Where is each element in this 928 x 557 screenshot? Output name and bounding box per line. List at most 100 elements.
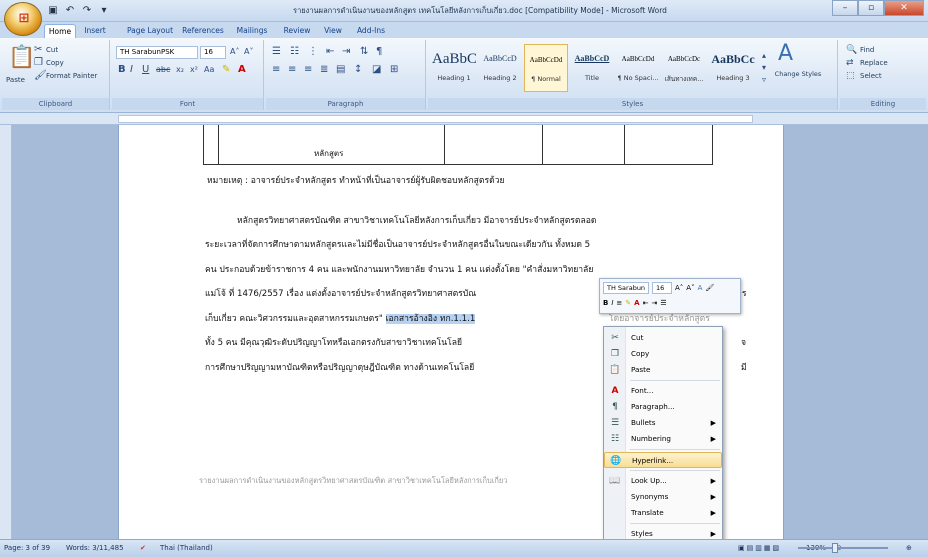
menu-item-paste[interactable]: 📋 Paste: [604, 362, 722, 378]
menu-item-cut[interactable]: ✂ Cut: [604, 330, 722, 346]
replace-button[interactable]: Replace: [860, 59, 888, 67]
zoom-in-icon[interactable]: ⊕: [906, 544, 912, 552]
word-count[interactable]: Words: 3/11,485: [66, 544, 124, 552]
find-button[interactable]: Find: [860, 46, 874, 54]
align-left-icon[interactable]: ≡: [272, 64, 280, 76]
numbering-icon: ☷: [610, 434, 620, 444]
styles-scroll-icon[interactable]: ▴ ▾ ▿: [762, 50, 766, 86]
view-buttons[interactable]: ▣▤▥▦▧: [738, 544, 781, 552]
justify-icon[interactable]: ≣: [320, 64, 328, 76]
highlight-icon[interactable]: ✎: [222, 64, 230, 76]
mini-grow-font-icon[interactable]: A˄: [675, 284, 683, 292]
mini-font-color-icon[interactable]: A: [634, 299, 639, 307]
bold-icon[interactable]: B: [118, 64, 126, 76]
selected-text[interactable]: เอกสารอ้างอิง ทก.1.1.1: [385, 314, 476, 324]
redo-icon[interactable]: ↷: [80, 4, 94, 18]
tab-review[interactable]: Review: [280, 24, 314, 38]
language-indicator[interactable]: Thai (Thailand): [160, 544, 213, 552]
change-styles-icon[interactable]: A: [778, 42, 793, 66]
shrink-font-icon[interactable]: A˅: [244, 46, 253, 58]
zoom-slider[interactable]: [798, 547, 888, 549]
numbering-icon[interactable]: ☷: [290, 46, 299, 58]
mini-center-icon[interactable]: ≡: [616, 299, 622, 307]
bullets-icon[interactable]: ☰: [272, 46, 281, 58]
style-no-spacing[interactable]: AaBbCcDd ¶ No Spaci...: [616, 44, 660, 92]
style-heading-2[interactable]: AaBbCcD Heading 2: [478, 44, 522, 92]
horizontal-ruler[interactable]: [0, 113, 928, 125]
menu-item-numbering[interactable]: ☷ Numbering ▶: [604, 431, 722, 447]
close-button[interactable]: ✕: [884, 0, 924, 16]
page-count[interactable]: Page: 3 of 39: [4, 544, 50, 552]
underline-icon[interactable]: U: [142, 64, 149, 76]
mini-size-combo[interactable]: 16: [652, 282, 672, 294]
decrease-indent-icon[interactable]: ⇤: [326, 46, 334, 58]
tab-mailings[interactable]: Mailings: [232, 24, 272, 38]
mini-increase-indent-icon[interactable]: ⇥: [651, 299, 657, 307]
mini-styles-icon[interactable]: A: [698, 284, 703, 292]
menu-item-translate[interactable]: Translate ▶: [604, 505, 722, 521]
style-normal[interactable]: AaBbCcDd ¶ Normal: [524, 44, 568, 92]
change-styles-button[interactable]: Change Styles: [774, 70, 822, 78]
menu-item-hyperlink[interactable]: 🌐 Hyperlink...: [604, 452, 722, 468]
mini-decrease-indent-icon[interactable]: ⇤: [643, 299, 649, 307]
cut-button[interactable]: Cut: [46, 46, 58, 54]
zoom-slider-knob[interactable]: [832, 543, 838, 553]
mini-shrink-font-icon[interactable]: A˅: [686, 284, 694, 292]
minimize-button[interactable]: –: [832, 0, 858, 16]
tab-home[interactable]: Home: [44, 24, 76, 38]
font-name-combo[interactable]: TH SarabunPSK: [116, 46, 198, 59]
save-icon[interactable]: ▣: [46, 4, 60, 18]
paste-button-label[interactable]: Paste: [6, 76, 25, 84]
multilevel-list-icon[interactable]: ⋮: [308, 46, 318, 58]
menu-item-look-up[interactable]: 📖 Look Up... ▶: [604, 473, 722, 489]
sort-icon[interactable]: ⇅: [360, 46, 368, 58]
format-painter-button[interactable]: Format Painter: [46, 72, 97, 80]
increase-indent-icon[interactable]: ⇥: [342, 46, 350, 58]
copy-button[interactable]: Copy: [46, 59, 64, 67]
thai-distributed-icon[interactable]: ▤: [336, 64, 345, 76]
vertical-ruler[interactable]: [0, 125, 12, 539]
mini-font-combo[interactable]: TH Sarabun: [603, 282, 649, 294]
menu-item-font[interactable]: A Font...: [604, 383, 722, 399]
align-right-icon[interactable]: ≡: [304, 64, 312, 76]
tab-references[interactable]: References: [180, 24, 226, 38]
mini-format-painter-icon[interactable]: 🖌: [705, 284, 714, 292]
proofing-icon[interactable]: ✔: [140, 544, 146, 552]
office-button[interactable]: ⊞: [4, 2, 42, 36]
subscript-icon[interactable]: x₂: [176, 64, 184, 76]
pilcrow-icon[interactable]: ¶: [376, 46, 382, 58]
tab-view[interactable]: View: [318, 24, 348, 38]
grow-font-icon[interactable]: A˄: [230, 46, 239, 58]
menu-item-copy[interactable]: ❐ Copy: [604, 346, 722, 362]
undo-icon[interactable]: ↶: [63, 4, 77, 18]
maximize-button[interactable]: ▫: [858, 0, 884, 16]
shading-icon[interactable]: ◪: [372, 64, 381, 76]
style-heading-3[interactable]: AaBbCc Heading 3: [708, 44, 758, 92]
qat-dropdown-icon[interactable]: ▾: [97, 4, 111, 18]
align-center-icon[interactable]: ≡: [288, 64, 296, 76]
select-button[interactable]: Select: [860, 72, 882, 80]
font-color-icon[interactable]: A: [238, 64, 246, 76]
line-spacing-icon[interactable]: ↕: [354, 64, 362, 76]
superscript-icon[interactable]: x²: [190, 64, 198, 76]
tab-page-layout[interactable]: Page Layout: [126, 24, 174, 38]
tab-add-ins[interactable]: Add-Ins: [352, 24, 390, 38]
style-heading-1[interactable]: AaBbC Heading 1: [432, 44, 476, 92]
menu-item-bullets[interactable]: ☰ Bullets ▶: [604, 415, 722, 431]
format-painter-icon: 🖌: [34, 70, 47, 81]
tab-insert[interactable]: Insert: [80, 24, 110, 38]
style-title[interactable]: AaBbCcD Title: [570, 44, 614, 92]
mini-bold-icon[interactable]: B: [603, 299, 608, 307]
mini-bullets-icon[interactable]: ☰: [660, 299, 666, 307]
borders-icon[interactable]: ⊞: [390, 64, 398, 76]
mini-italic-icon[interactable]: I: [611, 299, 613, 307]
strikethrough-icon[interactable]: abc: [156, 64, 170, 76]
menu-item-synonyms[interactable]: Synonyms ▶: [604, 489, 722, 505]
italic-icon[interactable]: I: [130, 64, 133, 76]
font-size-combo[interactable]: 16: [200, 46, 226, 59]
paste-icon[interactable]: 📋: [8, 46, 35, 70]
change-case-icon[interactable]: Aa: [204, 64, 214, 76]
style-custom[interactable]: AaBbCcDc เส้นทางเทค...: [662, 44, 706, 92]
mini-highlight-icon[interactable]: ✎: [625, 299, 631, 307]
menu-item-paragraph[interactable]: ¶ Paragraph...: [604, 399, 722, 415]
